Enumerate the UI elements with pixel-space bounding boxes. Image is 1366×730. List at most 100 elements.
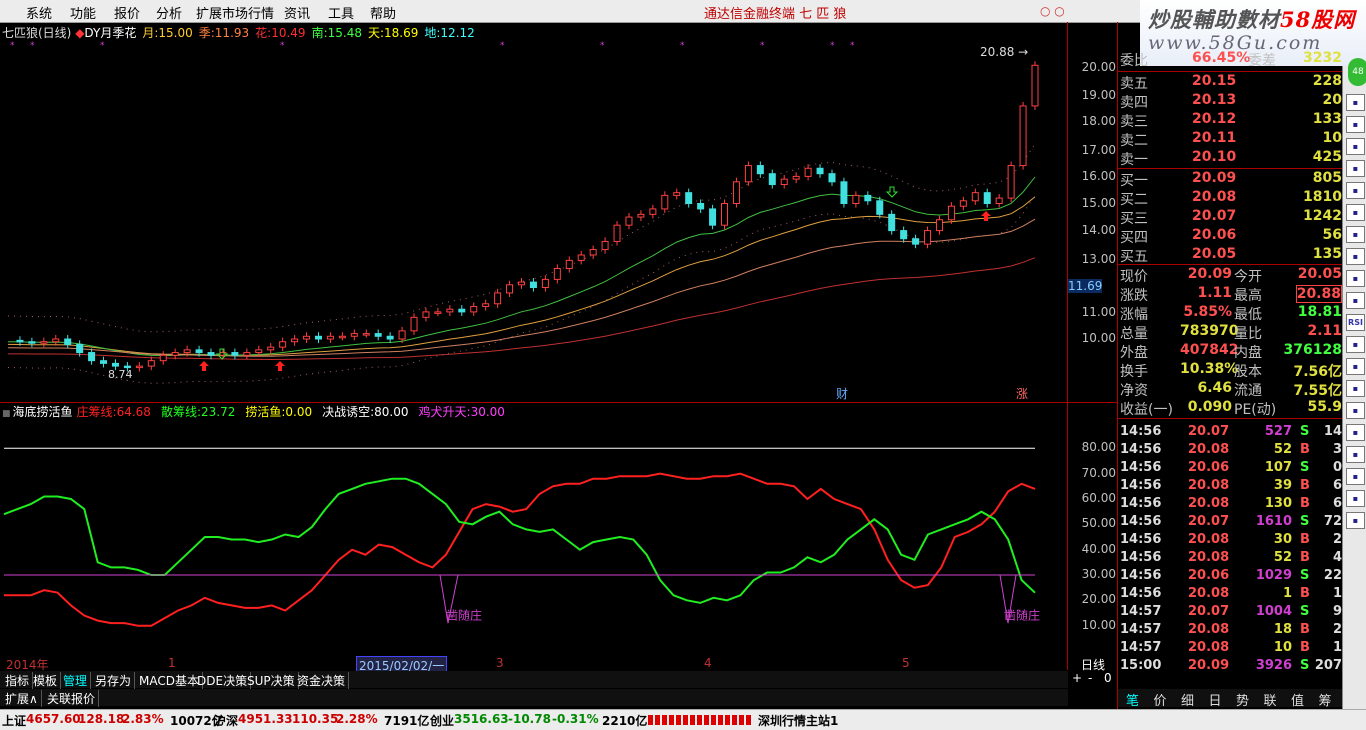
detail-tabs: 笔价细日势联值筹 (1118, 689, 1342, 709)
tick-volume: 39 (1273, 478, 1292, 493)
down-icon[interactable]: ▪ (1346, 468, 1365, 485)
detail-tab[interactable]: 联 (1264, 690, 1277, 709)
tick-volume: 3926 (1255, 658, 1292, 673)
date-axis: 2014年 1 2015/02/02/一 3 4 5 (0, 656, 1068, 675)
detail-tab[interactable]: 细 (1181, 690, 1194, 709)
window-controls[interactable]: ○ ○ (1040, 4, 1065, 18)
menu-help[interactable]: 帮助 (370, 3, 396, 22)
pen-icon[interactable]: ▪ (1346, 380, 1365, 397)
layers-icon[interactable]: ▪ (1346, 226, 1365, 243)
buy-sell-icon[interactable]: ▪ (1346, 94, 1365, 111)
tab-manage[interactable]: 管理 (60, 672, 92, 689)
line-chart-icon[interactable]: ▪ (1346, 138, 1365, 155)
tick-count: 3 (1332, 442, 1342, 457)
up-icon[interactable]: ▪ (1346, 446, 1365, 463)
tick-flag: S (1300, 604, 1310, 619)
zoom-in-button[interactable]: + (1072, 671, 1082, 685)
tick-flag: S (1300, 460, 1310, 475)
bar-chart-icon[interactable]: ▪ (1346, 160, 1365, 177)
signal-star-icon: * (30, 41, 35, 51)
candle-body (947, 205, 955, 221)
plus-icon[interactable]: ▪ (1346, 512, 1365, 529)
stat-label-2: 最高 (1234, 288, 1262, 304)
menu-extended-market[interactable]: 扩展市场行情 (196, 3, 274, 22)
candle-body (255, 349, 263, 354)
tick-price: 20.09 (1188, 658, 1230, 673)
candle-body (876, 200, 884, 215)
chart2-icon[interactable]: ▪ (1346, 402, 1365, 419)
detail-tab[interactable]: 值 (1291, 690, 1304, 709)
tick-volume: 52 (1273, 550, 1292, 565)
menu-news[interactable]: 资讯 (284, 3, 310, 22)
ask-row: 卖四 20.13 20 (1120, 92, 1342, 111)
detail-tab[interactable]: 价 (1154, 690, 1167, 709)
tick-time: 14:56 (1120, 586, 1162, 601)
indicator-tick-label: 60.00 (1081, 491, 1116, 505)
notification-badge[interactable]: 48 (1348, 58, 1366, 86)
tab-sup[interactable]: SUP决策 (244, 672, 299, 689)
minus-icon[interactable]: ▪ (1346, 490, 1365, 507)
candle-body (900, 230, 908, 240)
menu-analysis[interactable]: 分析 (156, 3, 182, 22)
candle-body (541, 278, 549, 289)
bid-price: 20.05 (1192, 246, 1237, 262)
ask-row: 卖一 20.10 425 (1120, 149, 1342, 168)
trend-icon[interactable]: ▪ (1346, 182, 1365, 199)
tab-indicator[interactable]: 指标 (2, 672, 34, 689)
tick-price: 20.07 (1188, 604, 1230, 619)
tab-fund[interactable]: 资金决策 (294, 672, 350, 689)
zoom-reset-button[interactable]: 0 (1104, 671, 1112, 685)
grid-icon[interactable]: ▪ (1346, 248, 1365, 265)
list-icon[interactable]: ▪ (1346, 270, 1365, 287)
candle-body (183, 349, 191, 354)
tab-template[interactable]: 模板 (30, 672, 62, 689)
upper-envelope (7, 143, 1036, 333)
tick-price: 20.08 (1188, 622, 1230, 637)
f10-icon[interactable]: ▪ (1346, 204, 1365, 221)
banner-brand: 58股网 (1280, 7, 1356, 32)
tab-related-quotes[interactable]: 关联报价 (44, 690, 100, 707)
status-hs-amt: 7191亿 (384, 714, 430, 728)
zoom-icon[interactable]: ▪ (1346, 116, 1365, 133)
menu-quote[interactable]: 报价 (114, 3, 140, 22)
ask-volume: 425 (1312, 149, 1342, 165)
banner-title: 炒股輔助數材 (1148, 7, 1280, 32)
candle-body (995, 197, 1003, 205)
tick-price: 20.08 (1188, 532, 1230, 547)
weibi-row: 委比 66.45% 委差 3232 (1120, 50, 1342, 69)
tick-time: 14:57 (1120, 604, 1162, 619)
menu-function[interactable]: 功能 (70, 3, 96, 22)
tab-extend[interactable]: 扩展∧ (2, 690, 42, 707)
detail-tab[interactable]: 势 (1236, 690, 1249, 709)
arrows-icon[interactable]: ▪ (1346, 358, 1365, 375)
stat-value-2: 20.88 (1295, 285, 1342, 303)
bid-price: 20.07 (1192, 208, 1237, 224)
gear-icon[interactable]: ▪ (1346, 336, 1365, 353)
compare-icon[interactable]: ▪ (1346, 292, 1365, 309)
candle-body (983, 192, 991, 205)
price-tick-label: 11.00 (1081, 305, 1116, 319)
detail-tab[interactable]: 笔 (1126, 690, 1139, 709)
tab-macd[interactable]: MACD基本 (136, 672, 203, 689)
tab-save-as[interactable]: 另存为 (92, 672, 136, 689)
tick-flag: S (1300, 424, 1310, 439)
candlestick-chart[interactable]: 20.88 → 8.74 财 涨 * * * * * * * * * * (0, 22, 1068, 402)
stat-label: 总量 (1120, 326, 1148, 342)
tick-volume: 10 (1273, 640, 1292, 655)
quote-separator (1118, 264, 1342, 265)
detail-tab[interactable]: 日 (1209, 690, 1222, 709)
candle-body (422, 311, 430, 318)
tick-flag: B (1300, 442, 1310, 457)
menu-system[interactable]: 系统 (26, 3, 52, 22)
tab-dde[interactable]: DDE决策 (194, 672, 252, 689)
candle-body (1007, 165, 1015, 199)
tick-volume: 107 (1264, 460, 1292, 475)
candle-body (446, 308, 454, 313)
menu-tools[interactable]: 工具 (328, 3, 354, 22)
rsi-icon[interactable]: RSI (1346, 314, 1365, 331)
detail-tab[interactable]: 筹 (1319, 690, 1332, 709)
zoom-out-button[interactable]: - (1088, 671, 1092, 685)
refresh-icon[interactable]: ▪ (1346, 424, 1365, 441)
candle-body (553, 268, 561, 280)
indicator-chart[interactable]: 凿随庄 凿随庄 (0, 403, 1068, 655)
